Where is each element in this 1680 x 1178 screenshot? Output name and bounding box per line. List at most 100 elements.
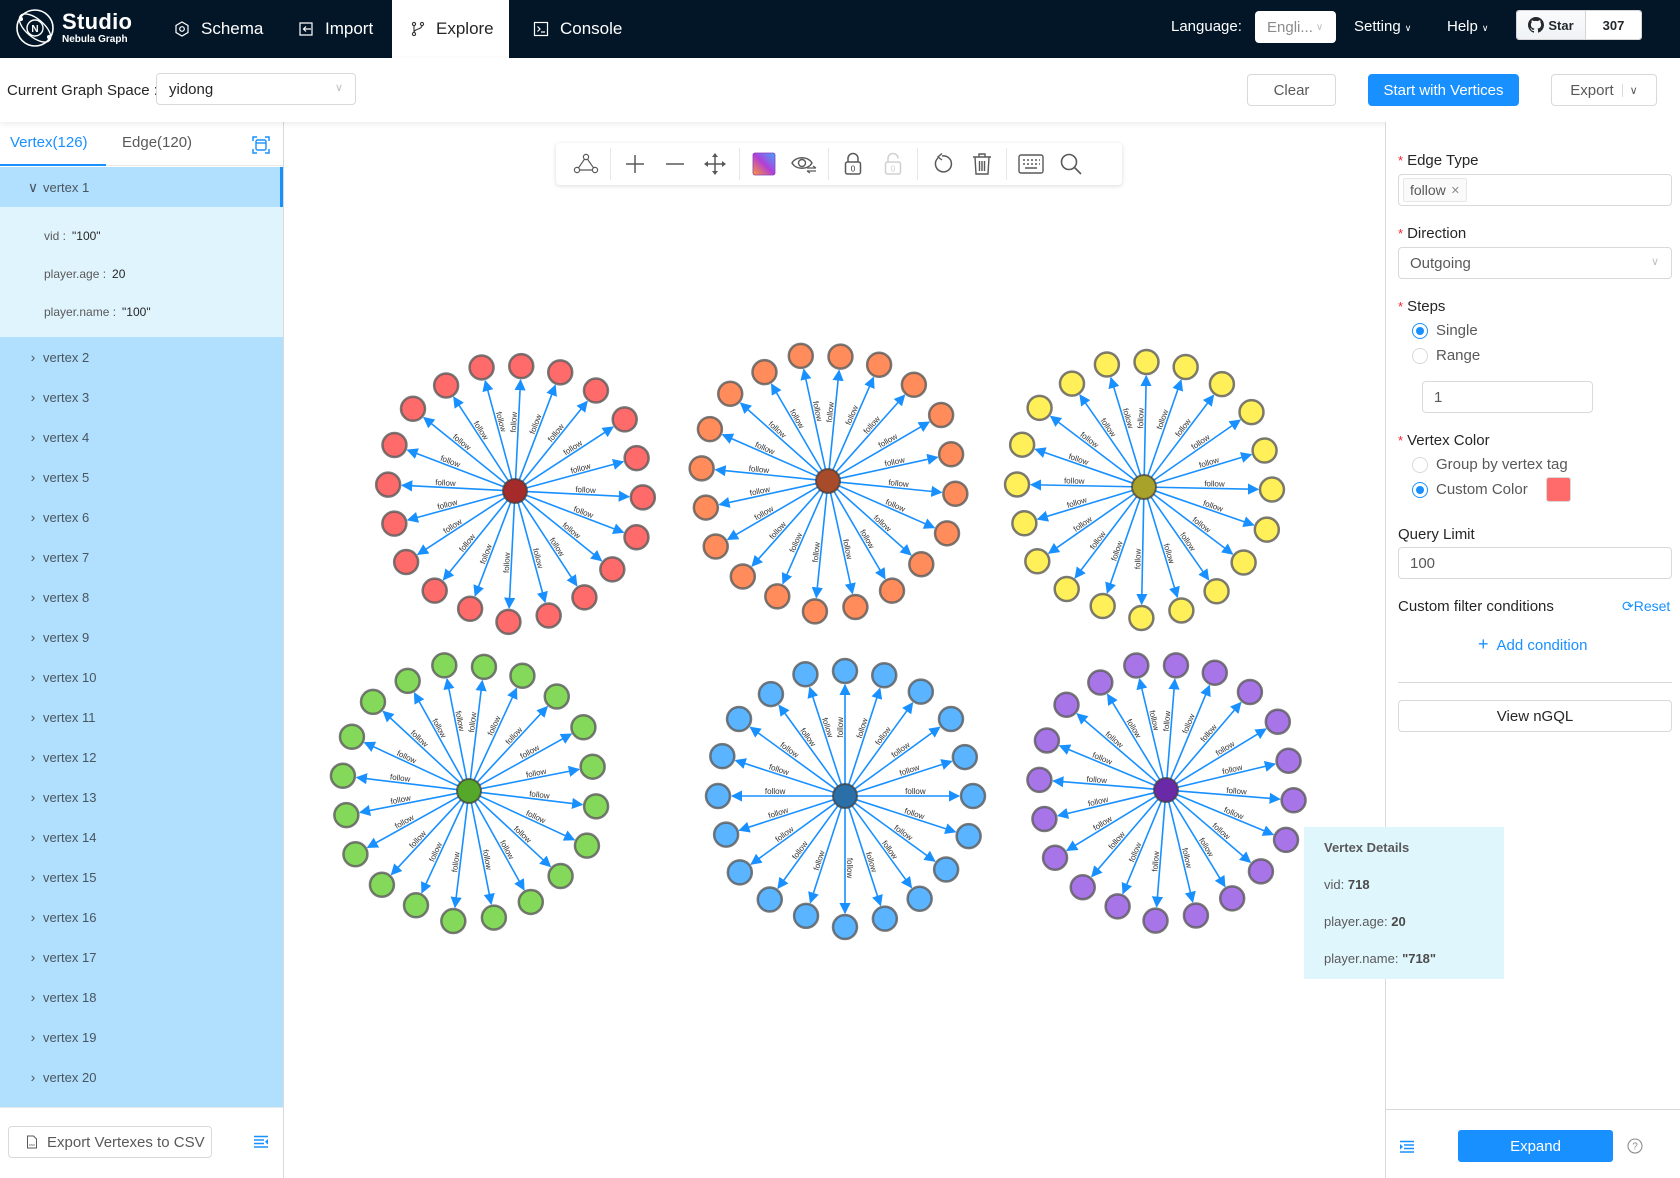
graph-canvas[interactable]: [284, 122, 1385, 1178]
property-row: player.age : 20: [44, 255, 283, 293]
lock-button[interactable]: 0: [833, 148, 873, 180]
vertex-label: vertex 18: [43, 989, 97, 1005]
expand-button[interactable]: Expand: [1458, 1130, 1613, 1162]
direction-label: * Direction: [1398, 225, 1467, 242]
vertex-list[interactable]: ∨ vertex 1 vid : "100" player.age : 20 pla…: [0, 167, 283, 1107]
custom-color-swatch[interactable]: [1546, 477, 1571, 502]
vertex-list-item[interactable]: › vertex 19: [0, 1017, 283, 1057]
tooltip-key: player.age:: [1324, 914, 1388, 929]
show-hide-button[interactable]: [784, 148, 824, 180]
vertex-label: vertex 3: [43, 389, 90, 405]
edge-type-tag[interactable]: follow ✕: [1403, 178, 1468, 202]
github-star-count[interactable]: 307: [1585, 11, 1641, 39]
reset-button[interactable]: ⟳Reset: [1622, 598, 1670, 615]
logo[interactable]: N Studio Nebula Graph: [14, 7, 132, 49]
tab-vertex[interactable]: Vertex(126): [10, 134, 88, 151]
nav-schema-label: Schema: [201, 19, 264, 38]
vertex-list-item[interactable]: › vertex 14: [0, 817, 283, 857]
vertex-list-item[interactable]: › vertex 17: [0, 937, 283, 977]
vertex-details-tooltip: Vertex Details vid: 718 player.age: 20 p…: [1304, 827, 1504, 979]
help-menu[interactable]: Help ∨: [1447, 18, 1488, 35]
group-by-tag-radio[interactable]: Group by vertex tag: [1412, 456, 1568, 473]
shortcuts-button[interactable]: [1011, 148, 1051, 180]
radio-label: Single: [1436, 322, 1478, 339]
view-ngql-button[interactable]: View nGQL: [1398, 700, 1672, 732]
export-label: Export: [1570, 81, 1614, 99]
language-select[interactable]: Engli... ∨: [1255, 11, 1336, 43]
vertex-label: vertex 1: [43, 179, 90, 195]
tooltip-title: Vertex Details: [1324, 840, 1410, 855]
color-picker-button[interactable]: [744, 148, 784, 180]
vertex-list-item[interactable]: › vertex 10: [0, 657, 283, 697]
github-star-widget[interactable]: Star 307: [1516, 10, 1642, 40]
add-condition-button[interactable]: + Add condition: [1478, 634, 1587, 655]
vertex-list-item[interactable]: › vertex 8: [0, 577, 283, 617]
vertex-list-item[interactable]: › vertex 4: [0, 417, 283, 457]
nav-import[interactable]: Import: [279, 0, 391, 58]
steps-single-radio[interactable]: Single: [1412, 322, 1478, 339]
vertex-list-item[interactable]: › vertex 13: [0, 777, 283, 817]
vertex-list-item[interactable]: › vertex 7: [0, 537, 283, 577]
chevron-right-icon: ›: [30, 349, 36, 365]
steps-range-radio[interactable]: Range: [1412, 347, 1480, 364]
create-edge-button[interactable]: [566, 148, 606, 180]
vertex-list-item[interactable]: › vertex 18: [0, 977, 283, 1017]
vertex-list-item[interactable]: › vertex 9: [0, 617, 283, 657]
collapse-panel-icon[interactable]: [253, 1135, 269, 1149]
edge-type-select[interactable]: follow ✕: [1398, 174, 1672, 206]
chevron-down-icon: ∨: [334, 82, 343, 94]
undo-button[interactable]: [922, 148, 962, 180]
vertex-list-item[interactable]: › vertex 11: [0, 697, 283, 737]
fit-view-icon[interactable]: [252, 136, 270, 154]
canvas-toolbar: 0 0: [556, 143, 1122, 185]
vertex-list-item[interactable]: › vertex 12: [0, 737, 283, 777]
vertex-label: vertex 5: [43, 469, 90, 485]
vertex-list-item[interactable]: › vertex 20: [0, 1057, 283, 1097]
start-with-vertices-button[interactable]: Start with Vertices: [1368, 74, 1519, 106]
vertex-list-item[interactable]: › vertex 5: [0, 457, 283, 497]
chevron-down-icon[interactable]: ∨: [1621, 83, 1638, 97]
help-icon[interactable]: ?: [1627, 1138, 1643, 1154]
close-icon[interactable]: ✕: [1451, 184, 1460, 197]
chevron-right-icon: ›: [30, 909, 36, 925]
direction-select[interactable]: Outgoing ∨: [1398, 247, 1672, 279]
vertex-list-item[interactable]: › vertex 15: [0, 857, 283, 897]
graph-space-select[interactable]: yidong ∨: [156, 73, 356, 105]
tooltip-row: player.age: 20: [1324, 914, 1504, 929]
search-button[interactable]: [1051, 148, 1091, 180]
setting-menu[interactable]: Setting ∨: [1354, 18, 1411, 35]
delete-button[interactable]: [962, 148, 1002, 180]
radio-label: Custom Color: [1436, 481, 1528, 498]
github-star-button[interactable]: Star: [1517, 11, 1585, 39]
chevron-right-icon: ›: [30, 749, 36, 765]
vertex-list-item[interactable]: › vertex 2: [0, 337, 283, 377]
vertex-list-item[interactable]: › vertex 6: [0, 497, 283, 537]
chevron-right-icon: ›: [30, 629, 36, 645]
nav-console[interactable]: Console: [514, 0, 640, 58]
chevron-right-icon: ›: [30, 989, 36, 1005]
zoom-in-button[interactable]: [615, 148, 655, 180]
query-limit-input[interactable]: 100: [1398, 547, 1672, 579]
zoom-out-button[interactable]: [655, 148, 695, 180]
vertex-list-item-expanded[interactable]: ∨ vertex 1: [0, 167, 283, 207]
steps-input[interactable]: 1: [1422, 381, 1593, 413]
github-star-label: Star: [1548, 17, 1574, 33]
clear-button[interactable]: Clear: [1247, 74, 1336, 106]
nav-schema[interactable]: Schema: [155, 0, 281, 58]
tab-edge[interactable]: Edge(120): [122, 134, 192, 151]
steps-label: * Steps: [1398, 298, 1446, 315]
expand-panel-icon[interactable]: [1399, 1140, 1415, 1154]
reset-label: Reset: [1633, 598, 1671, 614]
tooltip-value: 718: [1347, 877, 1370, 892]
export-button[interactable]: Export ∨: [1551, 74, 1657, 106]
nav-explore[interactable]: Explore: [392, 0, 509, 58]
move-button[interactable]: [695, 148, 735, 180]
svg-text:0: 0: [891, 165, 896, 174]
export-vertexes-csv-button[interactable]: csv Export Vertexes to CSV: [8, 1126, 212, 1158]
custom-color-radio[interactable]: Custom Color: [1412, 481, 1528, 498]
trash-icon: [973, 153, 991, 175]
chevron-down-icon: ∨: [1404, 23, 1412, 33]
vertex-list-item[interactable]: › vertex 16: [0, 897, 283, 937]
vertex-list-item[interactable]: › vertex 3: [0, 377, 283, 417]
unlock-button[interactable]: 0: [873, 148, 913, 180]
